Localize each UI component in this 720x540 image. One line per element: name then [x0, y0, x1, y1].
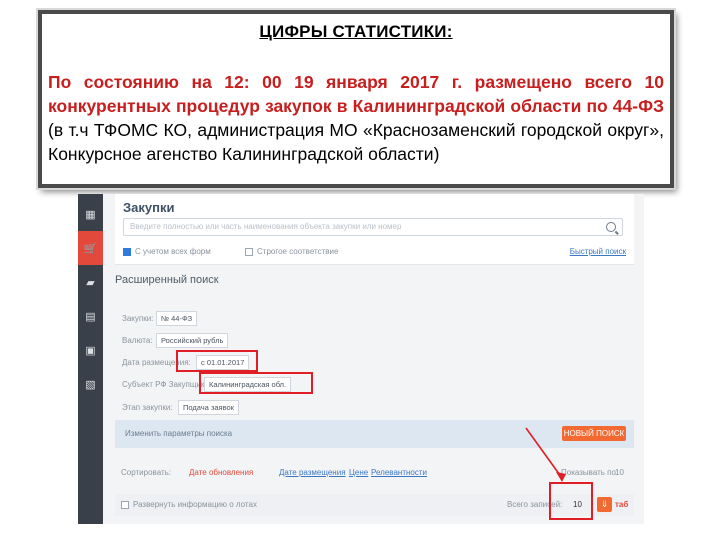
checkbox-unchecked[interactable] — [245, 247, 253, 256]
filter-value-law[interactable]: № 44-ФЗ — [156, 311, 198, 326]
expand-info-label: Развернуть информацию о лотах — [133, 500, 257, 509]
highlight-region — [199, 372, 313, 394]
search-icon[interactable] — [606, 222, 616, 232]
search-panel: Закупки Введите полностью или часть наим… — [115, 194, 634, 265]
calendar-icon[interactable]: ▦ — [78, 197, 103, 231]
quick-search-link[interactable]: Быстрый поиск — [570, 247, 626, 256]
note-icon[interactable]: ▧ — [78, 367, 103, 401]
highlight-total — [549, 482, 593, 520]
callout-title: ЦИФРЫ СТАТИСТИКИ: — [259, 22, 453, 41]
option-strict-label: Строгое соответствие — [257, 247, 339, 256]
stats-callout: ЦИФРЫ СТАТИСТИКИ: По состоянию на 12: 00… — [38, 10, 674, 188]
edit-params-link[interactable]: Изменить параметры поиска — [125, 429, 232, 438]
search-placeholder: Введите полностью или часть наименования… — [130, 222, 402, 231]
callout-rest: (в т.ч ТФОМС КО, администрация МО «Красн… — [48, 120, 664, 164]
sort-link-relevance[interactable]: Релевантности — [371, 468, 427, 477]
filter-value-stage[interactable]: Подача заявок — [178, 400, 239, 415]
callout-lead: По состоянию на 12: 00 19 января 2017 г.… — [48, 72, 664, 116]
book-icon[interactable]: ▰ — [78, 265, 103, 299]
filter-label-region: Субъект РФ Закупщика: — [122, 380, 212, 389]
filter-label-currency: Валюта: — [122, 336, 153, 345]
checkbox-checked[interactable] — [123, 247, 131, 256]
sort-label: Сортировать: — [121, 468, 172, 477]
option-all-forms[interactable]: С учетом всех форм — [123, 247, 211, 256]
briefcase-icon[interactable]: ▣ — [78, 333, 103, 367]
filter-value-currency[interactable]: Российский рубль — [156, 333, 229, 348]
download-icon[interactable]: ⇓ — [597, 497, 612, 512]
sort-dropdown[interactable]: Дате обновления — [189, 468, 253, 477]
cart-icon[interactable]: 🛒 — [78, 231, 103, 265]
expand-checkbox[interactable] — [121, 501, 129, 509]
document-icon[interactable]: ▤ — [78, 299, 103, 333]
option-strict[interactable]: Строгое соответствие — [245, 247, 338, 256]
callout-text: По состоянию на 12: 00 19 января 2017 г.… — [48, 70, 664, 166]
search-input[interactable]: Введите полностью или часть наименования… — [123, 218, 623, 236]
highlight-date — [176, 350, 258, 372]
filter-label-stage: Этап закупки: — [122, 403, 173, 412]
pointer-arrow — [525, 427, 566, 482]
section-title: Закупки — [123, 200, 175, 215]
sort-link-date[interactable]: Дате размещения — [279, 468, 346, 477]
export-link[interactable]: таб — [615, 500, 628, 509]
advanced-search-title: Расширенный поиск — [115, 274, 219, 286]
callout-law: 44-ФЗ — [612, 96, 664, 116]
procurement-screenshot: ▦ 🛒 ▰ ▤ ▣ ▧ Закупки Введите полностью ил… — [78, 194, 644, 524]
per-page-select[interactable]: 10 — [615, 468, 624, 477]
filter-label-law: Закупки: — [122, 314, 154, 323]
option-all-forms-label: С учетом всех форм — [135, 247, 211, 256]
side-rail: ▦ 🛒 ▰ ▤ ▣ ▧ — [78, 194, 103, 524]
sort-link-price[interactable]: Цене — [349, 468, 368, 477]
